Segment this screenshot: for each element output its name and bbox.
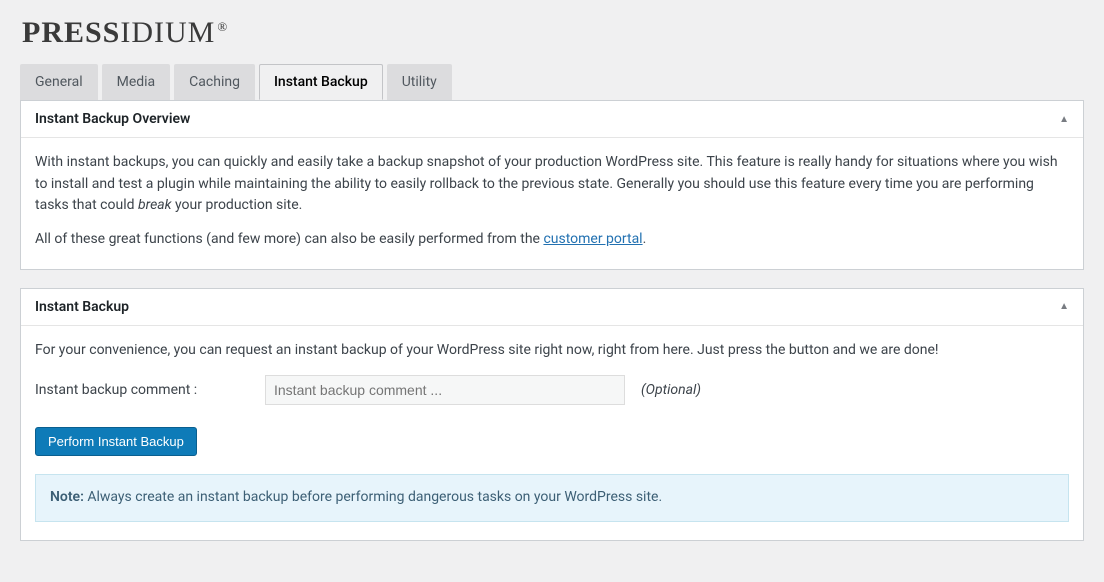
- tab-instant-backup[interactable]: Instant Backup: [259, 64, 383, 100]
- tabs-nav: General Media Caching Instant Backup Uti…: [20, 64, 1084, 100]
- brand-reg: ®: [217, 19, 228, 34]
- brand-logo: PRESSIDIUM®: [22, 16, 1084, 50]
- panel-instant-backup-overview: Instant Backup Overview ▲ With instant b…: [20, 100, 1084, 270]
- panel-header-overview[interactable]: Instant Backup Overview ▲: [21, 101, 1083, 138]
- tab-media[interactable]: Media: [102, 64, 171, 100]
- overview-paragraph-2: All of these great functions (and few mo…: [35, 229, 1069, 251]
- overview-paragraph-1: With instant backups, you can quickly an…: [35, 152, 1069, 217]
- tab-caching[interactable]: Caching: [174, 64, 255, 100]
- panel-title-overview: Instant Backup Overview: [35, 111, 190, 127]
- comment-input[interactable]: [265, 375, 625, 405]
- overview-p1-em: break: [138, 197, 172, 213]
- tab-utility[interactable]: Utility: [387, 64, 452, 100]
- brand-light: IDIUM: [120, 16, 215, 49]
- panel-header-backup[interactable]: Instant Backup ▲: [21, 289, 1083, 326]
- overview-p2a: All of these great functions (and few mo…: [35, 231, 543, 247]
- note-text: Always create an instant backup before p…: [84, 489, 662, 505]
- panel-body-overview: With instant backups, you can quickly an…: [21, 138, 1083, 269]
- backup-intro: For your convenience, you can request an…: [35, 340, 1069, 362]
- panel-title-backup: Instant Backup: [35, 299, 129, 315]
- brand-bold: PRESS: [22, 16, 120, 49]
- overview-p2b: .: [643, 231, 647, 247]
- comment-label: Instant backup comment :: [35, 380, 255, 402]
- comment-row: Instant backup comment : (Optional): [35, 375, 1069, 405]
- panel-instant-backup: Instant Backup ▲ For your convenience, y…: [20, 288, 1084, 541]
- backup-note: Note: Always create an instant backup be…: [35, 474, 1069, 522]
- collapse-icon: ▲: [1059, 114, 1069, 125]
- perform-instant-backup-button[interactable]: Perform Instant Backup: [35, 427, 197, 456]
- overview-p1b: your production site.: [172, 197, 303, 213]
- tab-general[interactable]: General: [20, 64, 98, 100]
- panel-body-backup: For your convenience, you can request an…: [21, 326, 1083, 540]
- note-label: Note:: [50, 489, 84, 505]
- customer-portal-link[interactable]: customer portal: [543, 231, 642, 247]
- optional-label: (Optional): [641, 380, 701, 402]
- collapse-icon: ▲: [1059, 301, 1069, 312]
